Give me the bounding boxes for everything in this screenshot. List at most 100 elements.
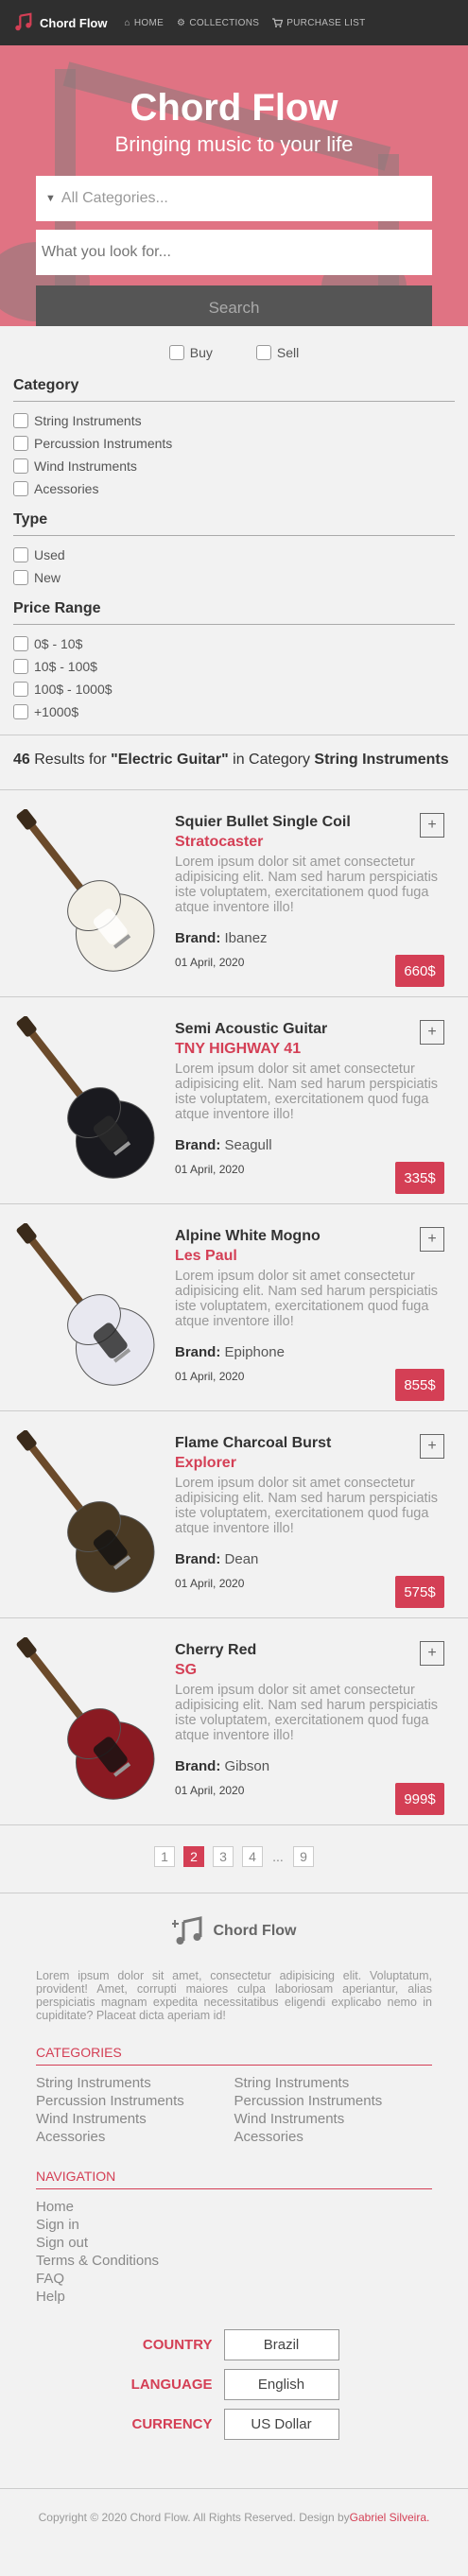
buy-sell-toggle: Buy Sell [13,345,455,360]
filter-option[interactable]: +1000$ [13,700,455,723]
footer-categories: CATEGORIES String Instruments String Ins… [36,2045,432,2146]
nav-collections-label: COLLECTIONS [189,17,260,28]
checkbox-box[interactable] [13,413,28,428]
checkbox-box[interactable] [13,481,28,496]
designer-link[interactable]: Gabriel Silveira. [350,2511,430,2524]
product-name[interactable]: Cherry Red [175,1642,256,1659]
type-filter-title: Type [13,511,455,536]
sell-checkbox[interactable]: Sell [255,345,299,360]
checkbox-box[interactable] [168,345,184,360]
product-image[interactable] [13,809,165,979]
product-image[interactable] [13,1430,165,1600]
top-navbar: Chord Flow ⌂ HOME ⚙ COLLECTIONS PURCHASE… [0,0,468,45]
add-to-list-button[interactable]: + [420,1641,444,1666]
footer-link[interactable]: String Instruments [234,2074,433,2092]
product-image[interactable] [13,1016,165,1186]
product-name[interactable]: Semi Acoustic Guitar [175,1021,327,1038]
filter-option[interactable]: Used [13,544,455,566]
search-input[interactable] [36,230,432,275]
page-link[interactable]: 9 [293,1845,314,1867]
footer-nav-sign-in[interactable]: Sign in [36,2216,432,2234]
footer-link[interactable]: Wind Instruments [234,2110,433,2128]
music-notes-icon [15,12,32,31]
checkbox-box[interactable] [13,570,28,585]
guitar-neck [27,1236,90,1312]
filter-option-label: String Instruments [34,413,142,428]
nav-purchase-list[interactable]: PURCHASE LIST [272,18,365,28]
results-category: String Instruments [314,752,449,768]
country-select[interactable]: Brazil [223,2328,339,2360]
page-link[interactable]: 4 [242,1845,263,1867]
product-description: Lorem ipsum dolor sit amet consectetur a… [175,1683,439,1743]
add-to-list-button[interactable]: + [420,1020,444,1045]
product-image[interactable] [13,1637,165,1807]
footer-link[interactable]: Acessories [234,2128,433,2146]
filter-option[interactable]: Acessories [13,477,455,500]
product-card[interactable]: Semi Acoustic Guitar TNY HIGHWAY 41 Lore… [0,996,468,1203]
product-date: 01 April, 2020 [175,1370,245,1383]
footer-nav-faq[interactable]: FAQ [36,2270,432,2288]
footer-about: Lorem ipsum dolor sit amet, consectetur … [36,1969,432,2022]
product-name[interactable]: Alpine White Mogno [175,1228,321,1245]
footer-nav-home[interactable]: Home [36,2198,432,2216]
footer-link[interactable]: String Instruments [36,2074,234,2092]
add-to-list-button[interactable]: + [420,1434,444,1459]
filter-option[interactable]: 0$ - 10$ [13,632,455,655]
buy-checkbox[interactable]: Buy [168,345,213,360]
nav-collections[interactable]: ⚙ COLLECTIONS [177,18,259,28]
footer-nav-sign-out[interactable]: Sign out [36,2234,432,2252]
filter-option[interactable]: Wind Instruments [13,455,455,477]
locale-settings: COUNTRY Brazil LANGUAGE English CURRENCY… [36,2325,432,2444]
checkbox-box[interactable] [13,682,28,697]
product-card[interactable]: Alpine White Mogno Les Paul Lorem ipsum … [0,1203,468,1410]
nav-home[interactable]: ⌂ HOME [125,18,165,28]
footer-nav-help[interactable]: Help [36,2288,432,2306]
checkbox-box[interactable] [13,458,28,474]
currency-select[interactable]: US Dollar [223,2408,339,2440]
checkbox-box[interactable] [13,436,28,451]
results-count: 46 [13,752,30,768]
checkbox-box[interactable] [13,704,28,719]
filter-option[interactable]: New [13,566,455,589]
footer-link[interactable]: Acessories [36,2128,234,2146]
search-button[interactable]: Search [36,285,432,326]
checkbox-box[interactable] [13,547,28,562]
guitar-neck [27,1650,90,1726]
filter-option[interactable]: Percussion Instruments [13,432,455,455]
footer-navigation-title: NAVIGATION [36,2169,432,2189]
page-link-active[interactable]: 2 [183,1845,204,1867]
footer-link[interactable]: Wind Instruments [36,2110,234,2128]
product-name[interactable]: Squier Bullet Single Coil [175,814,351,831]
filter-option[interactable]: String Instruments [13,409,455,432]
footer-logo[interactable]: Chord Flow [36,1914,432,1948]
checkbox-box[interactable] [13,659,28,674]
add-to-list-button[interactable]: + [420,813,444,838]
product-card[interactable]: Squier Bullet Single Coil Stratocaster L… [0,789,468,996]
footer-link[interactable]: Percussion Instruments [36,2092,234,2110]
filter-option[interactable]: 100$ - 1000$ [13,678,455,700]
main-nav: ⌂ HOME ⚙ COLLECTIONS PURCHASE LIST [125,18,366,28]
add-to-list-button[interactable]: + [420,1227,444,1252]
brand-value: Seagull [224,1137,272,1153]
checkbox-box[interactable] [255,345,271,360]
product-card[interactable]: Flame Charcoal Burst Explorer Lorem ipsu… [0,1410,468,1617]
product-model: Stratocaster [175,834,264,850]
page-link[interactable]: 1 [154,1845,175,1867]
product-model: TNY HIGHWAY 41 [175,1041,302,1057]
brand-value: Ibanez [224,930,268,946]
footer-nav-terms[interactable]: Terms & Conditions [36,2252,432,2270]
copyright-bar: Copyright © 2020 Chord Flow. All Rights … [0,2488,468,2545]
language-select[interactable]: English [223,2368,339,2400]
hero-subtitle: Bringing music to your life [114,132,354,156]
product-card[interactable]: Cherry Red SG Lorem ipsum dolor sit amet… [0,1617,468,1824]
category-select[interactable]: ▼ All Categories... [36,176,432,221]
footer-link[interactable]: Percussion Instruments [234,2092,433,2110]
filter-option[interactable]: 10$ - 100$ [13,655,455,678]
checkbox-box[interactable] [13,636,28,651]
brand-logo[interactable]: Chord Flow [13,12,108,33]
page-link[interactable]: 3 [213,1845,234,1867]
results-in-category-text: in Category [228,752,315,768]
brand-label: Brand: [175,930,221,946]
product-image[interactable] [13,1223,165,1393]
product-name[interactable]: Flame Charcoal Burst [175,1435,331,1452]
